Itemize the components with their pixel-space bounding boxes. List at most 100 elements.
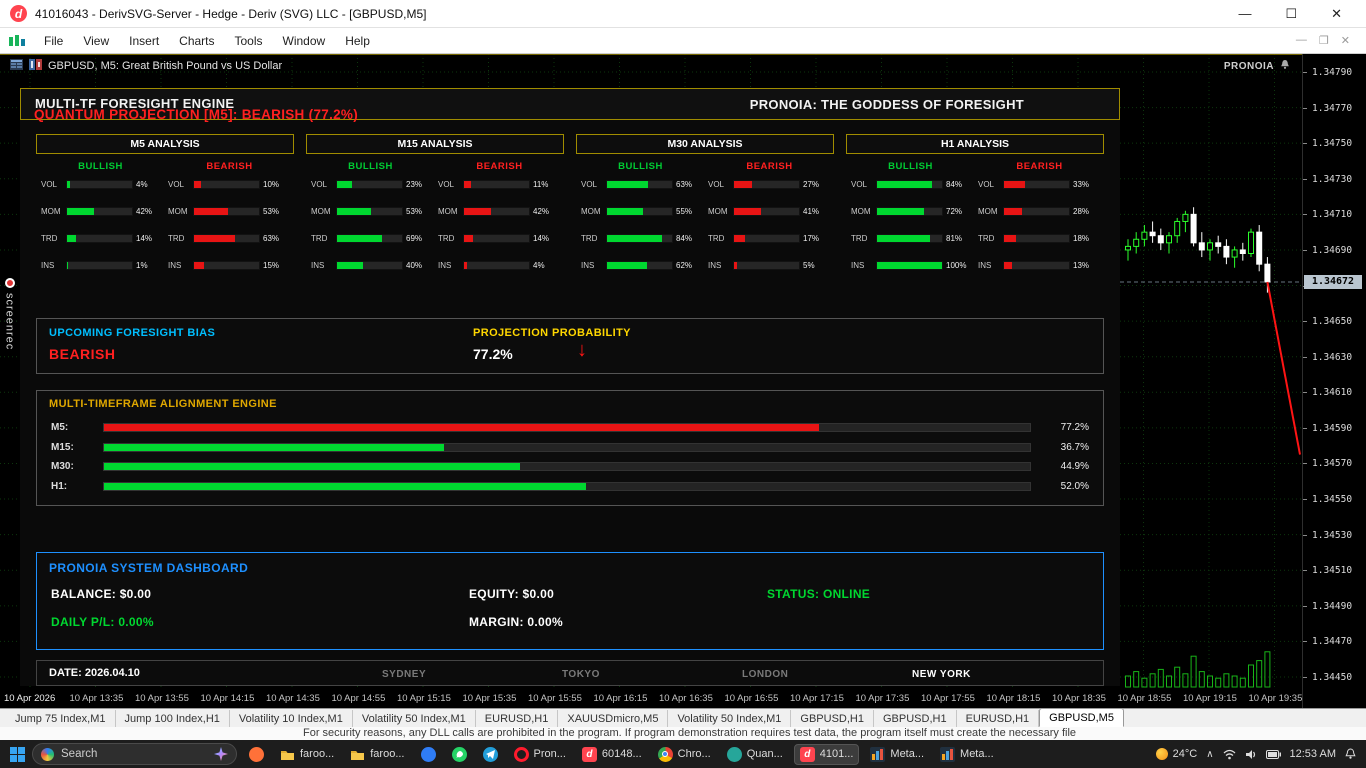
metric-row: INS 1% INS 15% bbox=[36, 261, 294, 270]
chart-tab-eurusd-h1[interactable]: EURUSD,H1 bbox=[957, 710, 1040, 727]
taskbar-item-firefox[interactable] bbox=[244, 745, 269, 764]
taskbar-item-meta[interactable]: Meta... bbox=[865, 745, 929, 764]
price-axis[interactable]: 1.34672 1.34790 1.34770 1.34750 1.34730 1.34… bbox=[1302, 54, 1366, 708]
chart-tab-gbpusd-m5[interactable]: GBPUSD,M5 bbox=[1039, 708, 1124, 727]
minimize-button[interactable]: — bbox=[1238, 6, 1251, 22]
alignment-bar-track bbox=[103, 462, 1031, 472]
taskbar-item-pron[interactable]: Pron... bbox=[509, 745, 571, 764]
metric-label: MOM bbox=[978, 207, 998, 216]
metric-bar-fill bbox=[337, 262, 363, 269]
equity-value: EQUITY: $0.00 bbox=[469, 587, 555, 601]
metric-bar-fill bbox=[877, 235, 930, 242]
mt5-logo-icon bbox=[8, 34, 26, 48]
bear-metric: VOL 10% bbox=[165, 180, 292, 189]
maximize-button[interactable]: ☐ bbox=[1285, 6, 1297, 22]
taskbar-item-4101[interactable]: d 4101... bbox=[793, 743, 860, 765]
time-tick-label: 10 Apr 18:55 bbox=[1117, 693, 1172, 704]
metric-bar-track bbox=[1003, 234, 1070, 243]
taskbar-item-60148[interactable]: d 60148... bbox=[577, 745, 647, 764]
child-restore-button[interactable]: ❐ bbox=[1319, 34, 1329, 47]
metric-bar-fill bbox=[194, 262, 204, 269]
bell-icon[interactable] bbox=[1280, 59, 1290, 73]
metric-label: INS bbox=[168, 261, 182, 270]
metric-bar-fill bbox=[607, 208, 643, 215]
chart-tab-gbpusd-h1[interactable]: GBPUSD,H1 bbox=[874, 710, 957, 727]
metric-label: TRD bbox=[168, 234, 185, 243]
metric-bar-fill bbox=[67, 208, 95, 215]
chart-tab-volatility-50-index-m1[interactable]: Volatility 50 Index,M1 bbox=[668, 710, 792, 727]
taskbar-item-faroo[interactable]: faroo... bbox=[345, 745, 409, 764]
metric-label: MOM bbox=[41, 207, 61, 216]
screenrec-label: screenrec bbox=[3, 293, 16, 351]
chart-tab-jump-75-index-m1[interactable]: Jump 75 Index,M1 bbox=[6, 710, 116, 727]
metric-percent: 28% bbox=[1073, 207, 1090, 216]
child-minimize-button[interactable]: — bbox=[1296, 34, 1307, 47]
alignment-bar-track bbox=[103, 423, 1031, 433]
down-arrow-icon: ↓ bbox=[577, 339, 587, 361]
metric-label: INS bbox=[41, 261, 55, 270]
taskbar-item-whatsapp[interactable] bbox=[447, 745, 472, 764]
session-footer: DATE: 2026.04.10 SYDNEY TOKYO LONDON NEW YO… bbox=[36, 660, 1104, 686]
metric-bar-track bbox=[733, 207, 800, 216]
chart-tab-xauusdmicro-m5[interactable]: XAUUSDmicro,M5 bbox=[558, 710, 669, 727]
menu-item-file[interactable]: File bbox=[34, 31, 73, 51]
time-tick-label: 10 Apr 2026 bbox=[4, 693, 56, 704]
bear-metric: INS 4% bbox=[435, 261, 562, 270]
price-tick-mark bbox=[1303, 534, 1307, 536]
chart-tab-eurusd-h1[interactable]: EURUSD,H1 bbox=[476, 710, 559, 727]
menu-item-tools[interactable]: Tools bbox=[225, 31, 273, 51]
search-input[interactable]: Search bbox=[32, 743, 237, 765]
chart-area[interactable]: GBPUSD, M5: Great British Pound vs US Do… bbox=[0, 54, 1366, 708]
menu-item-help[interactable]: Help bbox=[335, 31, 380, 51]
chart-tab-gbpusd-h1[interactable]: GBPUSD,H1 bbox=[791, 710, 874, 727]
taskbar-item-quan[interactable]: Quan... bbox=[722, 745, 788, 764]
menu-item-insert[interactable]: Insert bbox=[119, 31, 169, 51]
metric-row: TRD 14% TRD 63% bbox=[36, 234, 294, 243]
notification-bell-icon[interactable] bbox=[1345, 748, 1356, 760]
alignment-row: M15: 36.7% bbox=[37, 438, 1103, 458]
price-tick-mark bbox=[1303, 676, 1307, 678]
metric-bar-fill bbox=[1004, 235, 1016, 242]
bullish-header: BULLISH bbox=[888, 161, 933, 172]
metric-bar-track bbox=[66, 180, 133, 189]
metric-bar-fill bbox=[194, 181, 201, 188]
chart-tab-volatility-50-index-m1[interactable]: Volatility 50 Index,M1 bbox=[353, 710, 476, 727]
time-axis[interactable]: 10 Apr 2026 10 Apr 13:35 10 Apr 13:55 10 Ap… bbox=[0, 690, 1302, 708]
start-button[interactable] bbox=[10, 746, 25, 762]
taskbar-item-label: 60148... bbox=[601, 748, 642, 760]
menu-item-charts[interactable]: Charts bbox=[169, 31, 224, 51]
metric-bar-fill bbox=[607, 181, 648, 188]
metric-bar-fill bbox=[337, 235, 382, 242]
alignment-label: M5: bbox=[51, 422, 69, 434]
taskbar-item-telegram[interactable] bbox=[478, 745, 503, 764]
battery-icon[interactable] bbox=[1265, 749, 1281, 759]
taskbar-item-edge[interactable] bbox=[416, 745, 441, 764]
clock-label[interactable]: 12:53 AM bbox=[1290, 748, 1336, 760]
network-icon[interactable] bbox=[1223, 749, 1236, 760]
taskbar-item-faroo[interactable]: faroo... bbox=[275, 745, 339, 764]
menu-item-view[interactable]: View bbox=[73, 31, 119, 51]
bearish-header: BEARISH bbox=[476, 161, 523, 172]
bullish-header: BULLISH bbox=[348, 161, 393, 172]
metric-bar-fill bbox=[877, 262, 942, 269]
taskbar-item-chro[interactable]: Chro... bbox=[653, 745, 716, 764]
time-tick-label: 10 Apr 17:35 bbox=[855, 693, 910, 704]
bear-metric: INS 13% bbox=[975, 261, 1102, 270]
metric-bar-fill bbox=[734, 208, 761, 215]
metric-bar-track bbox=[66, 261, 133, 270]
tray-overflow-chevron-icon[interactable]: ∧ bbox=[1206, 749, 1213, 760]
child-close-button[interactable]: ✕ bbox=[1341, 34, 1350, 47]
balance-value: BALANCE: $0.00 bbox=[51, 587, 152, 601]
taskbar-item-meta[interactable]: Meta... bbox=[935, 745, 999, 764]
volume-icon[interactable] bbox=[1245, 749, 1257, 760]
chart-tab-jump-100-index-h1[interactable]: Jump 100 Index,H1 bbox=[116, 710, 230, 727]
close-button[interactable]: ✕ bbox=[1331, 6, 1342, 22]
chart-tab-volatility-10-index-m1[interactable]: Volatility 10 Index,M1 bbox=[230, 710, 353, 727]
weather-widget[interactable]: 24°C bbox=[1155, 748, 1197, 760]
metric-row: MOM 72% MOM 28% bbox=[846, 207, 1104, 216]
quotes-table-icon[interactable] bbox=[10, 59, 23, 73]
metric-bar-fill bbox=[194, 208, 229, 215]
chart-symbol-icon[interactable] bbox=[29, 59, 42, 73]
folder-icon bbox=[350, 747, 365, 762]
menu-item-window[interactable]: Window bbox=[273, 31, 336, 51]
